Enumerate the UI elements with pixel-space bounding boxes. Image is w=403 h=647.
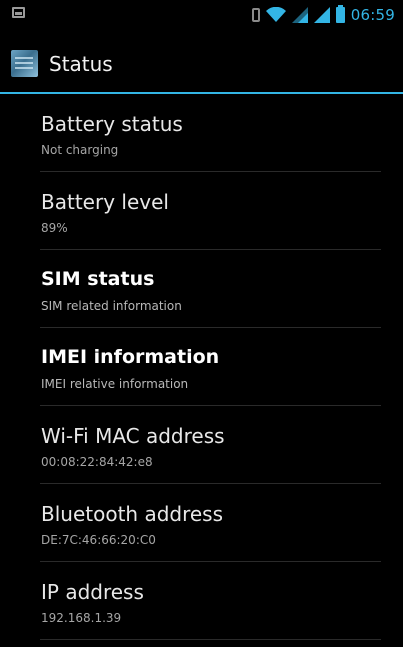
item-subtitle: DE:7C:46:66:20:C0: [41, 533, 156, 547]
list-item-battery-status[interactable]: Battery status Not charging: [0, 94, 403, 172]
list-item-imei-information[interactable]: IMEI information IMEI relative informati…: [0, 328, 403, 406]
battery-icon: [335, 5, 345, 23]
status-icons: 06:59: [251, 5, 395, 25]
status-time: 06:59: [350, 6, 395, 24]
item-subtitle: IMEI relative information: [41, 377, 189, 391]
wifi-icon: [265, 7, 286, 23]
item-title: Battery status: [41, 112, 183, 136]
divider: [40, 639, 381, 640]
item-subtitle: Not charging: [41, 143, 119, 157]
item-title: SIM status: [41, 268, 155, 290]
list-item-wifi-mac-address[interactable]: Wi-Fi MAC address 00:08:22:84:42:e8: [0, 406, 403, 484]
item-subtitle: 00:08:22:84:42:e8: [41, 455, 153, 469]
page-title: Status: [49, 52, 113, 76]
list-item-ip-address[interactable]: IP address 192.168.1.39: [0, 562, 403, 640]
signal-icon: [313, 7, 330, 23]
item-subtitle: 192.168.1.39: [41, 611, 122, 625]
vibrate-icon: [251, 8, 260, 22]
status-bar: 06:59: [0, 0, 403, 30]
item-title: IMEI information: [41, 346, 220, 368]
item-subtitle: SIM related information: [41, 299, 182, 313]
item-subtitle: 89%: [41, 221, 68, 235]
screenshot-icon: [12, 7, 25, 18]
settings-app-icon[interactable]: [11, 50, 38, 77]
signal-icon: [291, 7, 308, 23]
item-title: Wi-Fi MAC address: [41, 424, 225, 448]
list-item-bluetooth-address[interactable]: Bluetooth address DE:7C:46:66:20:C0: [0, 484, 403, 562]
list-item-battery-level[interactable]: Battery level 89%: [0, 172, 403, 250]
action-bar: Status: [0, 30, 403, 92]
item-title: Battery level: [41, 190, 169, 214]
item-title: IP address: [41, 580, 144, 604]
list-item-sim-status[interactable]: SIM status SIM related information: [0, 250, 403, 328]
item-title: Bluetooth address: [41, 502, 224, 526]
